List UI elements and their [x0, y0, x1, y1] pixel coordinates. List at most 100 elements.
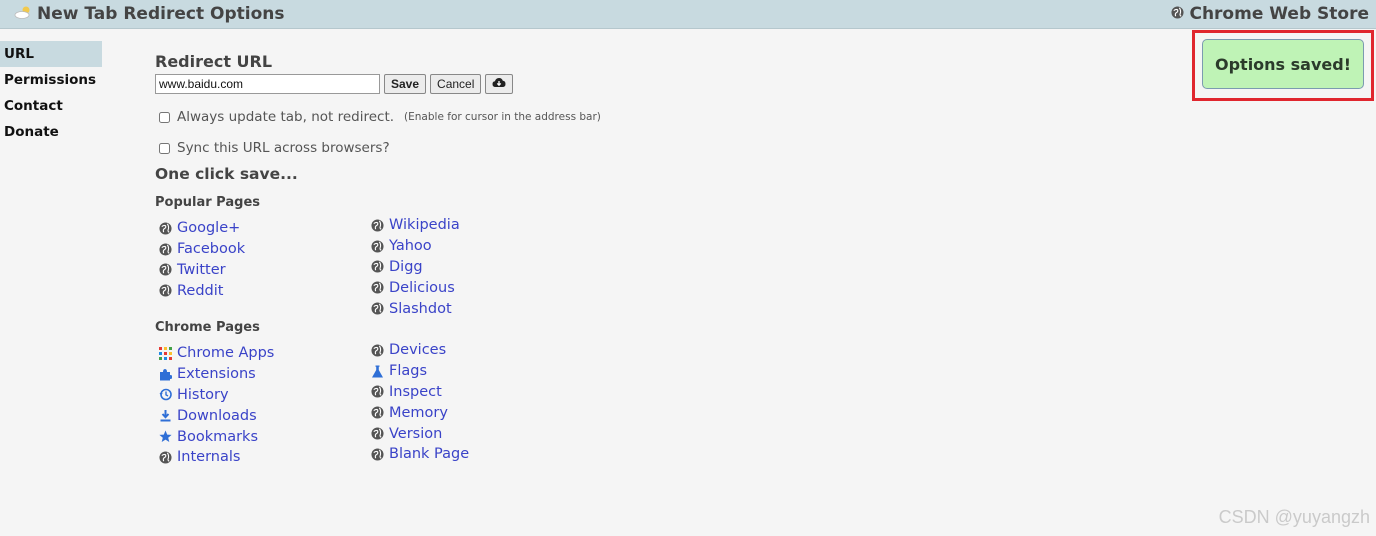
- link-label: Wikipedia: [389, 217, 460, 234]
- link-label: Chrome Apps: [177, 345, 275, 362]
- chrome-pages-heading: Chrome Pages: [155, 320, 260, 335]
- chrome-pages-right: Devices Flags Inspect Memory Version Bla…: [370, 340, 469, 465]
- popular-pages-left: Google+ Facebook Twitter Reddit: [158, 218, 245, 301]
- watermark: CSDN @yuyangzh: [1218, 507, 1370, 527]
- sidebar-item-url[interactable]: URL: [0, 41, 102, 67]
- globe-icon: [158, 284, 172, 298]
- apps-grid-icon: [158, 346, 172, 360]
- link-label: Facebook: [177, 241, 246, 258]
- chrome-web-store-link[interactable]: Chrome Web Store: [1171, 4, 1369, 24]
- link-label: Inspect: [389, 383, 442, 400]
- link-label: History: [177, 386, 229, 403]
- link-bookmarks[interactable]: Bookmarks: [158, 426, 274, 447]
- link-label: Slashdot: [389, 300, 452, 317]
- link-label: Flags: [389, 363, 428, 380]
- globe-icon: [370, 343, 384, 357]
- link-label: Delicious: [389, 279, 455, 296]
- chrome-pages-left: Chrome Apps Extensions History Downloads: [158, 343, 274, 468]
- cancel-button[interactable]: Cancel: [430, 74, 482, 94]
- link-label: Yahoo: [389, 238, 432, 255]
- link-blank-page[interactable]: Blank Page: [370, 444, 469, 465]
- link-label: Version: [389, 425, 443, 442]
- link-label: Blank Page: [389, 446, 470, 463]
- save-button[interactable]: Save: [384, 74, 427, 94]
- sidebar-item-contact[interactable]: Contact: [0, 93, 102, 119]
- always-update-note: (Enable for cursor in the address bar): [404, 111, 601, 123]
- link-version[interactable]: Version: [370, 423, 469, 444]
- always-update-option: Always update tab, not redirect. (Enable…: [159, 109, 601, 125]
- popular-pages-right: Wikipedia Yahoo Digg Delicious Slashdot: [370, 215, 460, 319]
- link-label: Bookmarks: [177, 428, 259, 445]
- cloud-sun-icon: [14, 4, 32, 24]
- chrome-web-store-label: Chrome Web Store: [1189, 4, 1369, 24]
- globe-icon: [158, 450, 172, 464]
- link-yahoo[interactable]: Yahoo: [370, 236, 460, 257]
- link-memory[interactable]: Memory: [370, 402, 469, 423]
- options-saved-notice: Options saved!: [1202, 39, 1364, 89]
- globe-icon: [1171, 4, 1185, 24]
- page-title: New Tab Redirect Options: [14, 4, 284, 24]
- globe-icon: [158, 263, 172, 277]
- link-flags[interactable]: Flags: [370, 361, 469, 382]
- redirect-url-input[interactable]: [155, 74, 380, 94]
- url-row: Save Cancel: [155, 74, 514, 94]
- sidebar-nav: URL Permissions Contact Donate: [0, 41, 102, 145]
- puzzle-icon: [158, 367, 172, 381]
- sidebar-item-donate[interactable]: Donate: [0, 119, 102, 145]
- options-page: New Tab Redirect Options Chrome Web Stor…: [0, 0, 1376, 536]
- sync-url-option: Sync this URL across browsers?: [159, 140, 390, 156]
- download-icon: [158, 409, 172, 423]
- header-bar: New Tab Redirect Options Chrome Web Stor…: [0, 0, 1376, 29]
- globe-icon: [158, 242, 172, 256]
- link-delicious[interactable]: Delicious: [370, 277, 460, 298]
- globe-icon: [370, 281, 384, 295]
- link-facebook[interactable]: Facebook: [158, 239, 245, 260]
- sidebar-item-permissions[interactable]: Permissions: [0, 67, 102, 93]
- cloud-download-icon: [492, 77, 506, 91]
- link-history[interactable]: History: [158, 385, 274, 406]
- one-click-save-heading: One click save...: [155, 165, 298, 183]
- main-content: Redirect URL Save Cancel Always update t…: [155, 52, 855, 465]
- sync-url-checkbox[interactable]: [159, 142, 170, 154]
- link-google-plus[interactable]: Google+: [158, 218, 245, 239]
- link-chrome-apps[interactable]: Chrome Apps: [158, 343, 274, 364]
- link-label: Devices: [389, 342, 447, 359]
- link-label: Extensions: [177, 366, 256, 383]
- link-extensions[interactable]: Extensions: [158, 364, 274, 385]
- link-digg[interactable]: Digg: [370, 257, 460, 278]
- globe-icon: [370, 427, 384, 441]
- flask-icon: [370, 364, 384, 378]
- globe-icon: [370, 302, 384, 316]
- popular-pages-heading: Popular Pages: [155, 195, 260, 210]
- globe-icon: [370, 406, 384, 420]
- link-label: Memory: [389, 404, 448, 421]
- link-label: Twitter: [177, 261, 226, 278]
- link-inspect[interactable]: Inspect: [370, 382, 469, 403]
- link-twitter[interactable]: Twitter: [158, 260, 245, 281]
- link-label: Reddit: [177, 282, 224, 299]
- cloud-sync-button[interactable]: [485, 74, 514, 94]
- link-label: Google+: [177, 220, 241, 237]
- link-devices[interactable]: Devices: [370, 340, 469, 361]
- link-downloads[interactable]: Downloads: [158, 405, 274, 426]
- always-update-label: Always update tab, not redirect.: [177, 109, 395, 125]
- link-label: Internals: [177, 449, 241, 466]
- star-icon: [158, 430, 172, 444]
- link-wikipedia[interactable]: Wikipedia: [370, 215, 460, 236]
- always-update-checkbox[interactable]: [159, 111, 170, 123]
- link-label: Digg: [389, 258, 423, 275]
- link-internals[interactable]: Internals: [158, 447, 274, 468]
- globe-icon: [158, 221, 172, 235]
- globe-icon: [370, 218, 384, 232]
- globe-icon: [370, 239, 384, 253]
- redirect-url-heading: Redirect URL: [155, 52, 273, 71]
- globe-icon: [370, 447, 384, 461]
- page-title-text: New Tab Redirect Options: [37, 4, 285, 24]
- link-slashdot[interactable]: Slashdot: [370, 298, 460, 319]
- globe-icon: [370, 260, 384, 274]
- history-icon: [158, 388, 172, 402]
- link-label: Downloads: [177, 407, 257, 424]
- globe-icon: [370, 385, 384, 399]
- link-reddit[interactable]: Reddit: [158, 280, 245, 301]
- sync-url-label: Sync this URL across browsers?: [177, 140, 390, 156]
